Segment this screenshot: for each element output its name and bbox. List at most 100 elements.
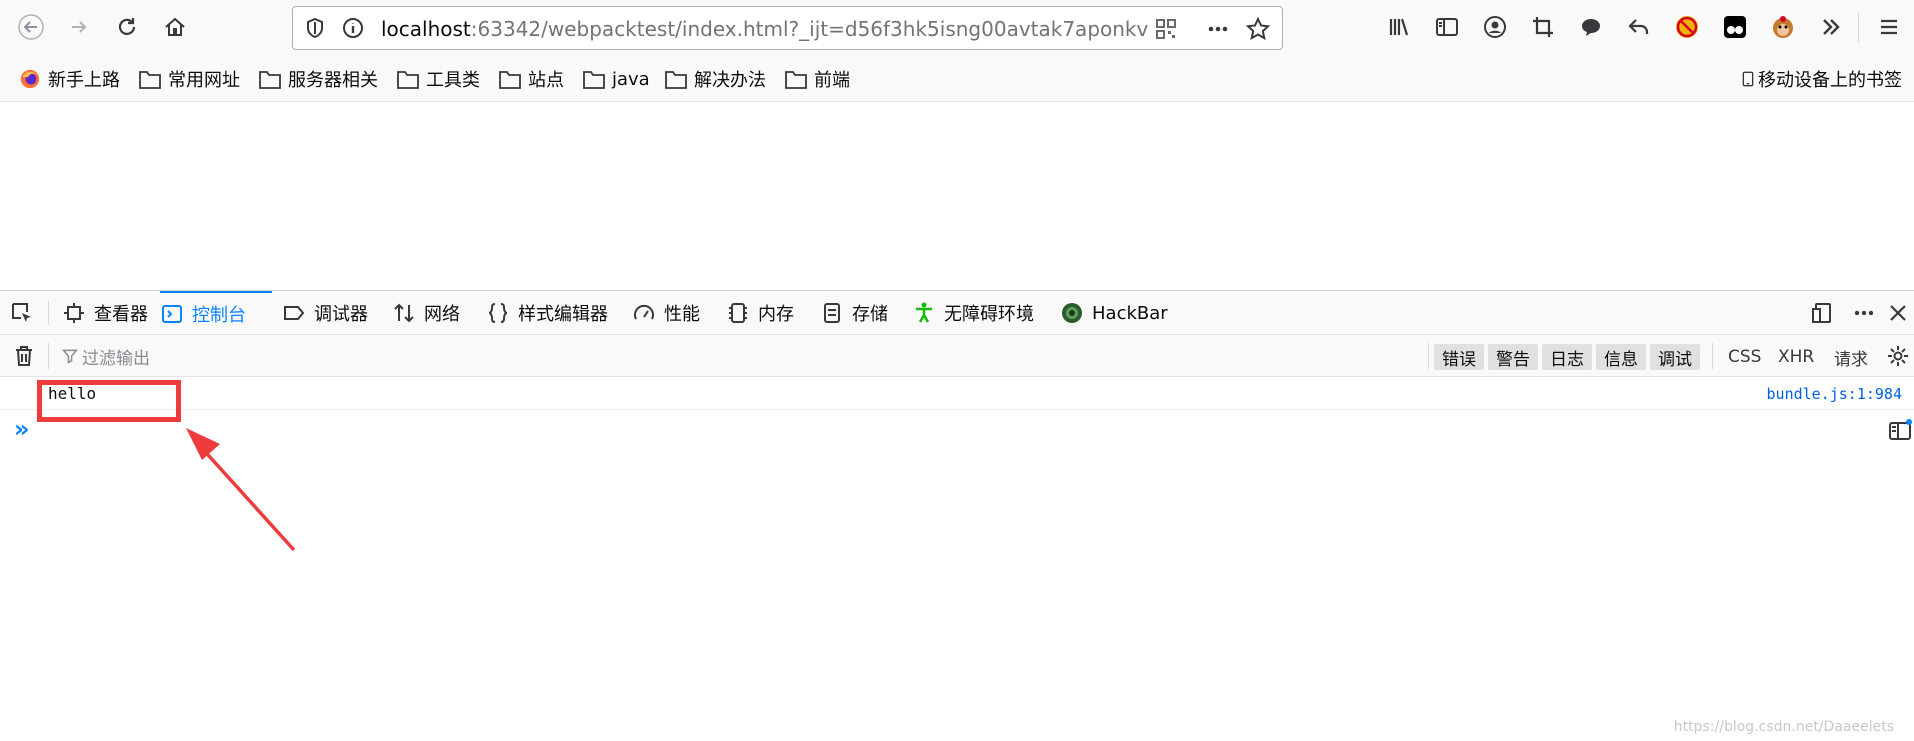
back-arrow-icon xyxy=(18,14,44,40)
filter-css[interactable]: CSS xyxy=(1728,344,1761,370)
filter-requests[interactable]: 请求 xyxy=(1834,344,1868,370)
tab-network[interactable]: 网络 xyxy=(392,291,460,335)
memory-icon xyxy=(729,303,747,323)
dock-toggle-button[interactable] xyxy=(1810,291,1842,335)
tab-performance[interactable]: 性能 xyxy=(632,291,700,335)
tab-memory[interactable]: 内存 xyxy=(726,291,794,335)
tab-label: 网络 xyxy=(424,304,460,325)
watermark: https://blog.csdn.net/Daaeelets xyxy=(1673,719,1894,735)
account-icon xyxy=(1484,16,1506,38)
firefox-icon xyxy=(20,69,40,89)
url-host: localhost xyxy=(381,17,471,41)
bookmark-star-icon[interactable] xyxy=(1245,16,1271,42)
filter-xhr[interactable]: XHR xyxy=(1778,344,1814,370)
filter-level-warning[interactable]: 警告 xyxy=(1488,344,1538,370)
undo-arrow-icon xyxy=(1628,19,1649,34)
tab-label: 存储 xyxy=(852,304,888,325)
tracking-shield-icon[interactable] xyxy=(303,16,327,40)
forward-button[interactable] xyxy=(62,10,96,44)
tab-label: 性能 xyxy=(664,304,700,325)
bookmark-label: 新手上路 xyxy=(48,70,120,91)
double-chevron-right-icon xyxy=(1823,19,1840,35)
hamburger-menu-icon xyxy=(1881,19,1897,35)
bookmark-label: 工具类 xyxy=(426,70,480,91)
reload-icon xyxy=(118,18,136,35)
element-picker-button[interactable] xyxy=(10,291,42,335)
qr-code-icon[interactable] xyxy=(1153,16,1179,42)
accessibility-icon xyxy=(916,302,932,323)
console-input-prompt[interactable]: » xyxy=(14,415,30,443)
tab-inspector[interactable]: 查看器 xyxy=(62,291,148,335)
network-icon xyxy=(394,303,414,323)
filter-level-log[interactable]: 日志 xyxy=(1542,344,1592,370)
undo-button[interactable] xyxy=(1622,10,1656,44)
account-button[interactable] xyxy=(1478,10,1512,44)
tab-storage[interactable]: 存储 xyxy=(820,291,888,335)
bookmark-label: 站点 xyxy=(528,70,564,91)
blocker-extension-button[interactable] xyxy=(1670,10,1704,44)
url-text[interactable]: localhost:63342/webpacktest/index.html?_… xyxy=(381,17,1148,41)
mobile-bookmarks[interactable]: 移动设备上的书签 xyxy=(1740,66,1902,92)
storage-icon xyxy=(824,303,840,323)
chat-button[interactable] xyxy=(1574,10,1608,44)
bookmark-folder[interactable]: 常用网址 xyxy=(138,66,240,92)
element-picker-icon xyxy=(12,303,31,322)
tab-label: 调试器 xyxy=(314,304,368,325)
navigation-toolbar: localhost:63342/webpacktest/index.html?_… xyxy=(0,0,1914,54)
bookmark-folder[interactable]: 前端 xyxy=(784,66,850,92)
filter-level-info[interactable]: 信息 xyxy=(1596,344,1646,370)
library-button[interactable] xyxy=(1382,10,1416,44)
folder-icon xyxy=(397,71,419,89)
dock-side-icon xyxy=(1812,303,1831,323)
filter-output-input[interactable]: 过滤输出 xyxy=(62,343,362,369)
tab-hackbar[interactable]: HackBar xyxy=(1060,291,1168,335)
back-button[interactable] xyxy=(14,10,48,44)
tab-accessibility[interactable]: 无障碍环境 xyxy=(912,291,1034,335)
bookmark-folder[interactable]: 站点 xyxy=(498,66,564,92)
folder-icon xyxy=(499,71,521,89)
bookmark-folder[interactable]: 服务器相关 xyxy=(258,66,378,92)
page-actions-icon[interactable] xyxy=(1205,16,1231,42)
library-icon xyxy=(1389,18,1409,36)
monkey-extension-button[interactable] xyxy=(1766,10,1800,44)
tab-style-editor[interactable]: 样式编辑器 xyxy=(486,291,608,335)
devtools-menu-button[interactable] xyxy=(1852,291,1884,335)
console-settings-button[interactable] xyxy=(1886,344,1912,370)
menu-button[interactable] xyxy=(1872,10,1906,44)
blocked-extension-icon xyxy=(1676,16,1698,38)
console-log-row: hello bundle.js:1:984 xyxy=(0,377,1914,410)
folder-icon xyxy=(785,71,807,89)
mobile-bookmarks-label: 移动设备上的书签 xyxy=(1758,70,1902,91)
bookmark-folder[interactable]: 解决办法 xyxy=(664,66,766,92)
console-icon xyxy=(162,305,182,323)
toolbar-divider xyxy=(1858,12,1859,42)
sidebar-button[interactable] xyxy=(1430,10,1464,44)
trash-icon xyxy=(16,346,32,366)
filter-divider xyxy=(1428,343,1429,369)
devtools-close-button[interactable] xyxy=(1886,291,1914,335)
overflow-button[interactable] xyxy=(1814,10,1848,44)
gauge-icon xyxy=(634,304,654,320)
tab-label: 无障碍环境 xyxy=(944,304,1034,325)
bookmark-folder[interactable]: 工具类 xyxy=(396,66,480,92)
more-dots-icon xyxy=(1854,310,1874,316)
annotation-arrow-icon xyxy=(186,428,296,552)
reload-button[interactable] xyxy=(110,10,144,44)
filter-level-debug[interactable]: 调试 xyxy=(1650,344,1700,370)
tab-label: 内存 xyxy=(758,304,794,325)
bookmark-item[interactable]: 新手上路 xyxy=(18,66,120,92)
log-source-link[interactable]: bundle.js:1:984 xyxy=(1767,385,1902,403)
screenshot-button[interactable] xyxy=(1526,10,1560,44)
tab-console[interactable]: 控制台 xyxy=(160,291,272,335)
tab-debugger[interactable]: 调试器 xyxy=(282,291,368,335)
devtools-tab-bar: 查看器 控制台 调试器 网络 样式编辑器 性能 内存 存储 无障碍环境 Hack… xyxy=(0,291,1914,335)
clear-console-button[interactable] xyxy=(12,344,38,370)
bookmark-folder[interactable]: java xyxy=(582,66,650,92)
url-bar[interactable]: localhost:63342/webpacktest/index.html?_… xyxy=(292,6,1283,50)
site-info-icon[interactable] xyxy=(341,16,365,40)
annotation-highlight-box xyxy=(37,380,181,422)
tampermonkey-button[interactable] xyxy=(1718,10,1752,44)
split-console-toggle[interactable] xyxy=(1888,419,1912,443)
filter-level-error[interactable]: 错误 xyxy=(1434,344,1484,370)
home-button[interactable] xyxy=(158,10,192,44)
